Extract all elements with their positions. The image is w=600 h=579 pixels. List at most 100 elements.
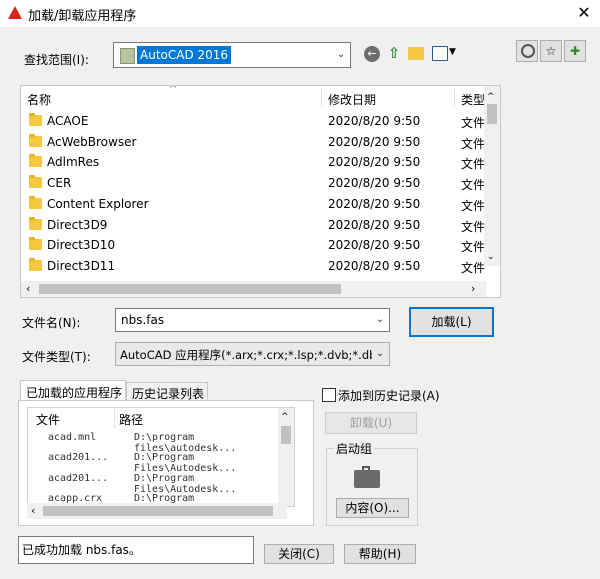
column-date[interactable]: 修改日期 — [328, 91, 376, 108]
filetype-chevron-icon: ⌄ — [373, 348, 387, 359]
up-folder-icon[interactable]: ⇧ — [386, 44, 402, 62]
filename-value: nbs.fas — [121, 313, 165, 327]
file-date: 2020/8/20 9:50 — [328, 134, 421, 149]
help-button[interactable]: 帮助(H) — [344, 544, 416, 564]
file-date: 2020/8/20 9:50 — [328, 217, 421, 232]
filetype-dropdown[interactable]: AutoCAD 应用程序(*.arx;*.crx;*.lsp;*.dvb;*.d… — [115, 342, 390, 366]
folder-icon — [29, 216, 42, 230]
tab-loaded-label: 已加载的应用程序 — [26, 386, 123, 400]
lookin-label: 查找范围(I): — [24, 53, 89, 67]
add-history-label[interactable]: 添加到历史记录(A) — [338, 387, 440, 404]
loaded-apps-list[interactable]: 文件 路径 acad.mnl D:\program files\autodesk.… — [27, 407, 295, 507]
close-window-button[interactable]: ✕ — [572, 2, 596, 24]
column-name[interactable]: 名称 — [27, 91, 51, 108]
status-box: 已成功加载 nbs.fas。 — [18, 536, 254, 564]
file-list-vscroll[interactable]: ^ ⌄ — [484, 86, 500, 266]
find-icon[interactable] — [516, 40, 538, 62]
sort-chevron-icon: ^ — [169, 85, 178, 95]
back-icon[interactable]: ← — [364, 46, 380, 62]
filetype-label: 文件类型(T): — [22, 350, 91, 364]
file-list-item[interactable]: Direct3D10 2020/8/20 9:50 文件 — [21, 235, 486, 255]
loaded-app-row[interactable]: acad201... D:\Program Files\Autodesk... — [28, 448, 280, 474]
file-list-item[interactable]: AdlmRes 2020/8/20 9:50 文件 — [21, 152, 486, 172]
briefcase-icon — [354, 466, 380, 488]
file-date: 2020/8/20 9:50 — [328, 196, 421, 211]
folder-icon — [29, 175, 42, 189]
file-type: 文件 — [461, 178, 486, 193]
tab-loaded-apps[interactable]: 已加载的应用程序 — [20, 380, 126, 401]
autocad-app-icon — [8, 6, 22, 19]
loaded-app-file: acad.mnl — [48, 432, 97, 443]
folder-icon — [29, 113, 42, 126]
loaded-app-row[interactable]: acad.mnl D:\program files\autodesk... — [28, 428, 280, 454]
loaded-column-path[interactable]: 路径 — [119, 411, 143, 428]
file-list-item[interactable]: CER 2020/8/20 9:50 文件 — [21, 173, 486, 193]
file-date: 2020/8/20 9:50 — [328, 176, 421, 191]
new-folder-icon[interactable] — [408, 47, 424, 60]
folder-icon — [120, 48, 135, 64]
scroll-left-icon[interactable]: ‹ — [26, 282, 30, 295]
folder-icon — [29, 237, 42, 251]
close-button[interactable]: 关闭(C) — [264, 544, 334, 564]
loaded-hscroll-thumb[interactable] — [43, 506, 273, 516]
loaded-vscroll-thumb[interactable] — [281, 426, 291, 444]
loaded-app-file: acad201... — [48, 452, 109, 464]
folder-icon — [29, 154, 42, 168]
file-list-item[interactable]: ACAOE 2020/8/20 9:50 文件 — [21, 111, 486, 131]
file-date: 2020/8/20 9:50 — [328, 114, 421, 128]
lookin-dropdown[interactable]: AutoCAD 2016 ⌄ — [113, 42, 351, 68]
file-name: Content Explorer — [47, 196, 149, 211]
lookin-value: AutoCAD 2016 — [137, 46, 232, 64]
file-list-item[interactable]: AcWebBrowser 2020/8/20 9:50 文件 — [21, 132, 486, 152]
filetype-value: AutoCAD 应用程序(*.arx;*.crx;*.lsp;*.dvb;*.d… — [120, 348, 372, 362]
title-bar: 加载/卸载应用程序 ✕ — [0, 0, 600, 27]
add-favorites-icon[interactable]: ✚ — [564, 40, 586, 62]
vscroll-thumb[interactable] — [487, 104, 497, 124]
load-button[interactable]: 加载(L) — [409, 307, 494, 337]
startup-group-label: 启动组 — [334, 440, 375, 457]
file-list-hscroll[interactable]: ‹ › — [21, 281, 486, 297]
loaded-vscroll[interactable]: ^ — [278, 408, 294, 506]
file-name: AcWebBrowser — [47, 134, 137, 149]
loaded-scroll-left-icon[interactable]: ‹ — [31, 504, 35, 517]
loaded-column-file[interactable]: 文件 — [36, 411, 60, 428]
scroll-right-icon[interactable]: › — [471, 282, 475, 295]
scroll-up-icon[interactable]: ^ — [487, 92, 495, 102]
folder-icon — [29, 133, 42, 147]
file-list-item[interactable]: Content Explorer 2020/8/20 9:50 文件 — [21, 194, 486, 214]
loaded-app-row[interactable]: acad201... D:\Program Files\Autodesk... — [28, 469, 280, 495]
file-type: 文件 — [461, 136, 486, 151]
file-name: Direct3D11 — [47, 258, 116, 273]
unload-button[interactable]: 卸载(U) — [325, 412, 417, 434]
loaded-scroll-up-icon[interactable]: ^ — [281, 412, 289, 422]
file-name: AdlmRes — [47, 155, 100, 170]
column-type[interactable]: 类型 — [461, 91, 485, 108]
status-text: 已成功加载 nbs.fas。 — [22, 543, 141, 557]
filename-label: 文件名(N): — [22, 316, 81, 330]
loaded-hscroll[interactable]: ‹ — [27, 503, 287, 519]
file-list-header: 名称 ^ 修改日期 类型 — [21, 86, 486, 110]
folder-icon — [29, 257, 42, 271]
views-menu-icon[interactable] — [432, 46, 448, 61]
loaded-apps-panel: 文件 路径 acad.mnl D:\program files\autodesk.… — [18, 400, 314, 526]
folder-icon — [29, 195, 42, 209]
file-date: 2020/8/20 9:50 — [328, 155, 421, 170]
file-list-item[interactable]: Direct3D9 2020/8/20 9:50 文件 — [21, 215, 486, 235]
file-type: 文件 — [461, 260, 486, 275]
file-list[interactable]: 名称 ^ 修改日期 类型 ACAOE 2020/8/20 9:50 文件 AcWebB… — [20, 85, 501, 298]
scroll-down-icon[interactable]: ⌄ — [487, 252, 495, 262]
file-date: 2020/8/20 9:50 — [328, 238, 421, 253]
filename-chevron-icon[interactable]: ⌄ — [373, 314, 387, 325]
tab-history-list[interactable]: 历史记录列表 — [126, 382, 208, 401]
favorites-icon[interactable]: ☆ — [540, 40, 562, 62]
file-list-item[interactable]: Direct3D11 2020/8/20 9:50 文件 — [21, 256, 486, 276]
filename-input[interactable]: nbs.fas ⌄ — [115, 308, 390, 332]
window-title: 加载/卸载应用程序 — [28, 9, 137, 24]
views-chevron-icon[interactable]: ▼ — [449, 47, 456, 57]
add-history-checkbox[interactable] — [322, 388, 336, 402]
hscroll-thumb[interactable] — [39, 284, 341, 294]
startup-contents-button[interactable]: 内容(O)... — [336, 498, 409, 518]
loaded-app-file: acad201... — [48, 472, 109, 484]
file-name: Direct3D10 — [47, 238, 116, 253]
file-name: ACAOE — [47, 114, 89, 128]
